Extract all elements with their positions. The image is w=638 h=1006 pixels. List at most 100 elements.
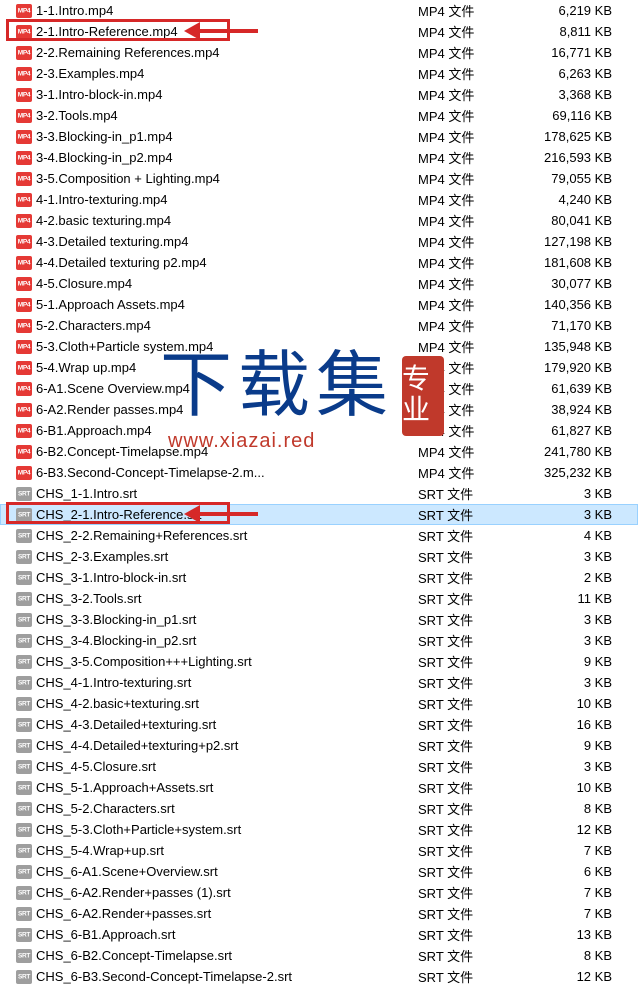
file-name: CHS_4-4.Detailed+texturing+p2.srt (34, 738, 418, 753)
file-size: 80,041 KB (528, 213, 618, 228)
file-size: 3 KB (528, 675, 618, 690)
mp4-file-icon (14, 424, 34, 438)
file-row[interactable]: 2-3.Examples.mp4MP4 文件6,263 KB (0, 63, 638, 84)
file-row[interactable]: CHS_4-1.Intro-texturing.srtSRT 文件3 KB (0, 672, 638, 693)
srt-file-icon (14, 844, 34, 858)
file-row[interactable]: CHS_2-2.Remaining+References.srtSRT 文件4 … (0, 525, 638, 546)
file-row[interactable]: 6-B2.Concept-Timelapse.mp4MP4 文件241,780 … (0, 441, 638, 462)
file-name: 5-1.Approach Assets.mp4 (34, 297, 418, 312)
file-row[interactable]: CHS_2-1.Intro-Reference.srtSRT 文件3 KB (0, 504, 638, 525)
file-name: CHS_6-B1.Approach.srt (34, 927, 418, 942)
file-name: CHS_4-5.Closure.srt (34, 759, 418, 774)
file-row[interactable]: 4-1.Intro-texturing.mp4MP4 文件4,240 KB (0, 189, 638, 210)
file-size: 8,811 KB (528, 24, 618, 39)
file-type: MP4 文件 (418, 442, 528, 461)
file-row[interactable]: 1-1.Intro.mp4MP4 文件6,219 KB (0, 0, 638, 21)
file-name: CHS_5-4.Wrap+up.srt (34, 843, 418, 858)
file-row[interactable]: 4-4.Detailed texturing p2.mp4MP4 文件181,6… (0, 252, 638, 273)
file-name: CHS_3-1.Intro-block-in.srt (34, 570, 418, 585)
file-row[interactable]: CHS_3-5.Composition+++Lighting.srtSRT 文件… (0, 651, 638, 672)
file-name: 4-5.Closure.mp4 (34, 276, 418, 291)
file-row[interactable]: CHS_6-B2.Concept-Timelapse.srtSRT 文件8 KB (0, 945, 638, 966)
file-size: 13 KB (528, 927, 618, 942)
file-name: CHS_6-A1.Scene+Overview.srt (34, 864, 418, 879)
file-row[interactable]: 3-2.Tools.mp4MP4 文件69,116 KB (0, 105, 638, 126)
file-name: 3-1.Intro-block-in.mp4 (34, 87, 418, 102)
file-row[interactable]: CHS_4-4.Detailed+texturing+p2.srtSRT 文件9… (0, 735, 638, 756)
file-row[interactable]: CHS_6-B1.Approach.srtSRT 文件13 KB (0, 924, 638, 945)
file-row[interactable]: CHS_5-2.Characters.srtSRT 文件8 KB (0, 798, 638, 819)
file-row[interactable]: CHS_4-3.Detailed+texturing.srtSRT 文件16 K… (0, 714, 638, 735)
file-row[interactable]: CHS_3-4.Blocking-in_p2.srtSRT 文件3 KB (0, 630, 638, 651)
file-row[interactable]: 4-3.Detailed texturing.mp4MP4 文件127,198 … (0, 231, 638, 252)
file-size: 30,077 KB (528, 276, 618, 291)
file-size: 3 KB (528, 507, 618, 522)
file-row[interactable]: CHS_3-3.Blocking-in_p1.srtSRT 文件3 KB (0, 609, 638, 630)
file-row[interactable]: CHS_5-3.Cloth+Particle+system.srtSRT 文件1… (0, 819, 638, 840)
file-row[interactable]: CHS_4-2.basic+texturing.srtSRT 文件10 KB (0, 693, 638, 714)
file-size: 61,639 KB (528, 381, 618, 396)
file-type: MP4 文件 (418, 190, 528, 209)
file-row[interactable]: 4-5.Closure.mp4MP4 文件30,077 KB (0, 273, 638, 294)
file-name: CHS_3-3.Blocking-in_p1.srt (34, 612, 418, 627)
file-size: 10 KB (528, 696, 618, 711)
file-row[interactable]: CHS_6-B3.Second-Concept-Timelapse-2.srtS… (0, 966, 638, 987)
file-row[interactable]: 2-1.Intro-Reference.mp4MP4 文件8,811 KB (0, 21, 638, 42)
file-type: MP4 文件 (418, 148, 528, 167)
file-row[interactable]: 5-1.Approach Assets.mp4MP4 文件140,356 KB (0, 294, 638, 315)
srt-file-icon (14, 802, 34, 816)
file-row[interactable]: 5-4.Wrap up.mp4MP4 文件179,920 KB (0, 357, 638, 378)
file-name: 5-3.Cloth+Particle system.mp4 (34, 339, 418, 354)
file-type: MP4 文件 (418, 400, 528, 419)
mp4-file-icon (14, 298, 34, 312)
file-row[interactable]: 2-2.Remaining References.mp4MP4 文件16,771… (0, 42, 638, 63)
file-name: CHS_4-2.basic+texturing.srt (34, 696, 418, 711)
file-row[interactable]: CHS_5-1.Approach+Assets.srtSRT 文件10 KB (0, 777, 638, 798)
file-row[interactable]: CHS_3-1.Intro-block-in.srtSRT 文件2 KB (0, 567, 638, 588)
file-size: 181,608 KB (528, 255, 618, 270)
file-size: 4,240 KB (528, 192, 618, 207)
file-row[interactable]: CHS_6-A2.Render+passes.srtSRT 文件7 KB (0, 903, 638, 924)
file-type: MP4 文件 (418, 379, 528, 398)
srt-file-icon (14, 571, 34, 585)
file-row[interactable]: 5-3.Cloth+Particle system.mp4MP4 文件135,9… (0, 336, 638, 357)
file-row[interactable]: CHS_6-A2.Render+passes (1).srtSRT 文件7 KB (0, 882, 638, 903)
srt-file-icon (14, 739, 34, 753)
file-type: MP4 文件 (418, 85, 528, 104)
file-type: SRT 文件 (418, 547, 528, 566)
file-row[interactable]: 6-B1.Approach.mp4MP4 文件61,827 KB (0, 420, 638, 441)
file-name: 4-3.Detailed texturing.mp4 (34, 234, 418, 249)
mp4-file-icon (14, 4, 34, 18)
file-row[interactable]: 4-2.basic texturing.mp4MP4 文件80,041 KB (0, 210, 638, 231)
file-size: 12 KB (528, 969, 618, 984)
file-size: 79,055 KB (528, 171, 618, 186)
file-size: 3 KB (528, 612, 618, 627)
file-row[interactable]: 6-A2.Render passes.mp4MP4 文件38,924 KB (0, 399, 638, 420)
file-name: CHS_2-1.Intro-Reference.srt (34, 507, 418, 522)
file-size: 3 KB (528, 486, 618, 501)
file-size: 325,232 KB (528, 465, 618, 480)
file-row[interactable]: 3-3.Blocking-in_p1.mp4MP4 文件178,625 KB (0, 126, 638, 147)
file-type: SRT 文件 (418, 862, 528, 881)
file-row[interactable]: CHS_2-3.Examples.srtSRT 文件3 KB (0, 546, 638, 567)
mp4-file-icon (14, 361, 34, 375)
file-row[interactable]: 3-1.Intro-block-in.mp4MP4 文件3,368 KB (0, 84, 638, 105)
file-row[interactable]: 6-B3.Second-Concept-Timelapse-2.m...MP4 … (0, 462, 638, 483)
file-row[interactable]: 3-5.Composition + Lighting.mp4MP4 文件79,0… (0, 168, 638, 189)
file-type: SRT 文件 (418, 694, 528, 713)
srt-file-icon (14, 781, 34, 795)
mp4-file-icon (14, 256, 34, 270)
file-row[interactable]: CHS_6-A1.Scene+Overview.srtSRT 文件6 KB (0, 861, 638, 882)
file-row[interactable]: CHS_1-1.Intro.srtSRT 文件3 KB (0, 483, 638, 504)
file-row[interactable]: 6-A1.Scene Overview.mp4MP4 文件61,639 KB (0, 378, 638, 399)
file-name: 3-2.Tools.mp4 (34, 108, 418, 123)
srt-file-icon (14, 907, 34, 921)
file-row[interactable]: CHS_5-4.Wrap+up.srtSRT 文件7 KB (0, 840, 638, 861)
file-row[interactable]: 3-4.Blocking-in_p2.mp4MP4 文件216,593 KB (0, 147, 638, 168)
file-list: 1-1.Intro.mp4MP4 文件6,219 KB2-1.Intro-Ref… (0, 0, 638, 987)
srt-file-icon (14, 487, 34, 501)
file-row[interactable]: CHS_3-2.Tools.srtSRT 文件11 KB (0, 588, 638, 609)
file-row[interactable]: 5-2.Characters.mp4MP4 文件71,170 KB (0, 315, 638, 336)
srt-file-icon (14, 529, 34, 543)
file-row[interactable]: CHS_4-5.Closure.srtSRT 文件3 KB (0, 756, 638, 777)
